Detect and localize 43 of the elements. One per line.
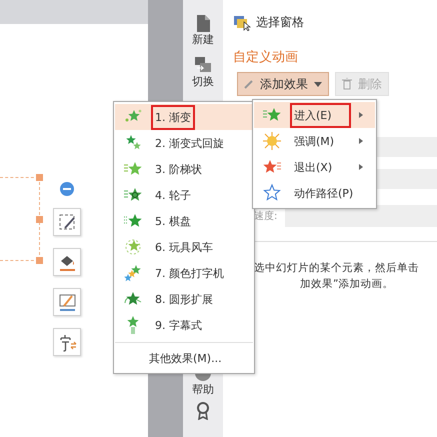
tool-button[interactable] [53, 208, 81, 236]
menu-item[interactable]: 动作路径(P) [254, 180, 375, 206]
speed-label: 速度: [254, 210, 278, 223]
hint-text: 选中幻灯片的某个元素，然后单击 [254, 261, 420, 276]
collapse-icon[interactable] [60, 182, 74, 196]
menu-item[interactable]: 6. 玩具风车 [115, 234, 253, 260]
panel-title: 自定义动画 [233, 49, 299, 66]
sidebar-button[interactable]: 切换 [192, 56, 214, 88]
tool-button[interactable] [53, 248, 81, 276]
submenu-arrow-icon [359, 138, 363, 144]
resize-handle[interactable] [36, 216, 43, 223]
sidebar-button[interactable]: 新建 [192, 14, 214, 46]
hint-text: 加效果”添加动画。 [300, 277, 394, 292]
selection-pane-icon[interactable] [233, 14, 251, 30]
submenu-arrow-icon [359, 164, 363, 170]
menu-item[interactable]: 强调(M) [254, 128, 375, 154]
submenu-arrow-icon [359, 112, 363, 118]
menu-item[interactable]: 7. 颜色打字机 [115, 260, 253, 286]
add-effect-button[interactable]: 添加效果 [237, 72, 329, 96]
menu-item[interactable]: 5. 棋盘 [115, 208, 253, 234]
document-icon [194, 14, 212, 32]
tool-button[interactable] [53, 328, 81, 356]
resize-handle[interactable] [36, 257, 43, 264]
menu-item[interactable]: 其他效果(M)... [115, 345, 253, 371]
resize-handle[interactable] [36, 174, 43, 181]
caret-icon [314, 82, 322, 86]
selection-pane-link[interactable]: 选择窗格 [256, 14, 304, 31]
menu-item[interactable]: 1. 渐变 [115, 104, 253, 130]
pencil-icon [244, 79, 254, 89]
trash-icon [342, 78, 352, 90]
menu-item[interactable]: 2. 渐变式回旋 [115, 130, 253, 156]
menu-item[interactable]: 9. 字幕式 [115, 312, 253, 338]
menu-item[interactable]: 3. 阶梯状 [115, 156, 253, 182]
star-outline-icon [262, 183, 282, 203]
slides-icon [194, 56, 212, 74]
menu-item[interactable]: 4. 轮子 [115, 182, 253, 208]
burst-icon [262, 131, 282, 151]
star-icon [123, 263, 143, 283]
tool-button[interactable] [53, 288, 81, 316]
menu-item[interactable]: 退出(X) [254, 154, 375, 180]
award-icon[interactable] [194, 402, 212, 420]
menu-item[interactable]: 8. 圆形扩展 [115, 286, 253, 312]
menu-item[interactable]: 进入(E) [254, 102, 375, 128]
